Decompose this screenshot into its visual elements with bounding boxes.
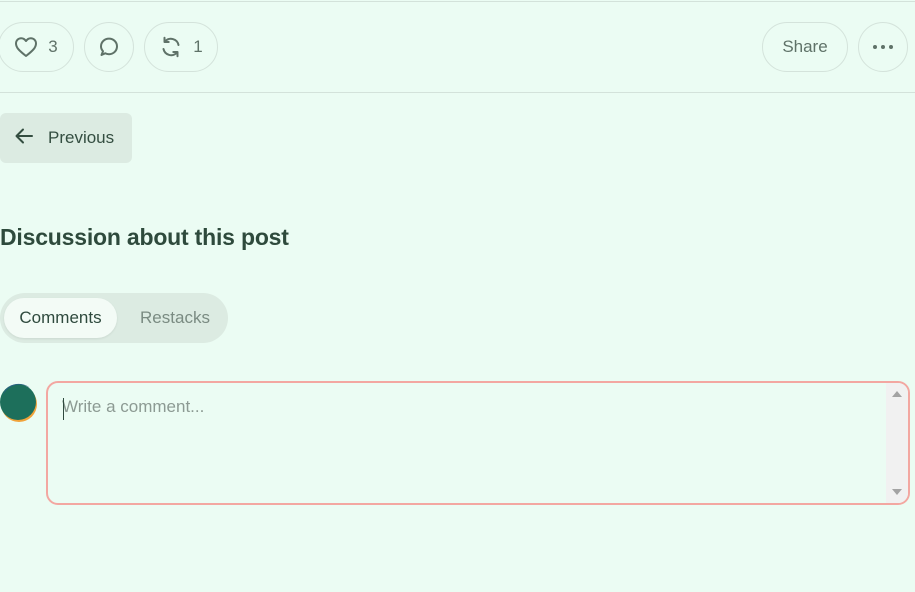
more-horizontal-icon — [872, 44, 894, 50]
discussion-heading: Discussion about this post — [0, 224, 289, 250]
comment-input[interactable] — [48, 383, 886, 503]
scroll-down-arrow-icon[interactable] — [892, 489, 902, 495]
previous-label: Previous — [48, 128, 115, 147]
restack-count: 1 — [193, 37, 203, 56]
top-divider — [0, 1, 915, 2]
like-button[interactable]: 3 — [0, 22, 74, 72]
heart-icon — [14, 36, 38, 58]
scroll-up-arrow-icon[interactable] — [892, 391, 902, 397]
actions-divider — [0, 92, 915, 93]
restack-icon — [159, 35, 183, 59]
comment-input-container — [46, 381, 910, 505]
previous-post-button[interactable]: Previous — [0, 113, 132, 163]
comment-button[interactable] — [84, 22, 134, 72]
more-button[interactable] — [858, 22, 908, 72]
tab-comments[interactable]: Comments — [4, 298, 117, 338]
comment-scrollbar[interactable] — [886, 383, 908, 503]
tab-restacks[interactable]: Restacks — [122, 298, 228, 338]
share-label: Share — [782, 37, 828, 56]
arrow-left-icon — [14, 127, 48, 150]
post-footer: 3 1 Share Previous Discussion about this… — [0, 0, 915, 592]
comment-bubble-icon — [97, 35, 121, 59]
restack-button[interactable]: 1 — [144, 22, 218, 72]
discussion-tabs: Comments Restacks — [0, 293, 228, 343]
text-caret — [63, 398, 64, 420]
like-count: 3 — [48, 37, 58, 56]
avatar — [0, 383, 38, 423]
share-button[interactable]: Share — [762, 22, 848, 72]
